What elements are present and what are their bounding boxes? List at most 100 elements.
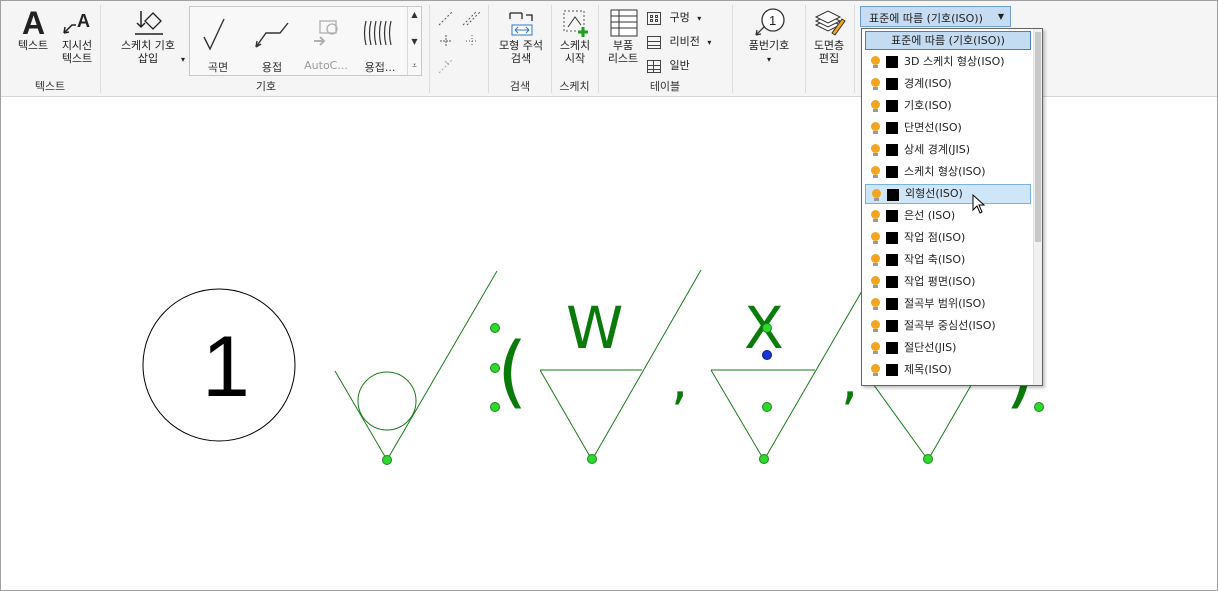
- gallery-expand-icon[interactable]: ⩡: [408, 61, 421, 71]
- gallery-label: 용접...: [364, 61, 396, 74]
- edit-layers-label-2: 편집: [818, 52, 840, 65]
- lightbulb-icon[interactable]: [871, 56, 880, 68]
- revision-table-dropdown-icon: ▾: [707, 38, 712, 47]
- grip-point[interactable]: [762, 323, 772, 333]
- sketch-symbol-icon: [135, 11, 163, 35]
- start-sketch-button[interactable]: 스케치 시작: [554, 7, 596, 65]
- weld-symbol-button[interactable]: 용접: [246, 11, 298, 74]
- layer-option[interactable]: 단면선(ISO): [865, 118, 1031, 138]
- parts-list-button[interactable]: 부품 리스트: [601, 7, 645, 65]
- weld-caterpillar-button[interactable]: 용접...: [354, 11, 406, 74]
- revision-table-icon: [647, 35, 661, 49]
- lightbulb-icon[interactable]: [871, 78, 880, 90]
- leader-text-button[interactable]: A 지시선 텍스트: [56, 7, 98, 65]
- sketch-symbol-insert-button[interactable]: 스케치 기호 삽입: [109, 7, 187, 65]
- layer-option[interactable]: 절곡부 범위(ISO): [865, 294, 1031, 314]
- start-sketch-label-2: 시작: [564, 52, 586, 65]
- layer-option[interactable]: 작업 점(ISO): [865, 228, 1031, 248]
- layer-option-label: 작업 점(ISO): [904, 231, 966, 244]
- grip-point[interactable]: [587, 454, 597, 464]
- model-annotation-icon: [509, 12, 533, 36]
- svg-text:1: 1: [769, 13, 776, 28]
- chevron-down-icon[interactable]: ▼: [994, 9, 1008, 24]
- color-swatch-icon: [886, 364, 898, 376]
- gallery-up-icon[interactable]: ▲: [408, 10, 421, 19]
- lightbulb-icon[interactable]: [871, 298, 880, 310]
- lightbulb-icon[interactable]: [871, 122, 880, 134]
- autocad-symbol-button[interactable]: AutoC...: [300, 11, 352, 72]
- layer-option[interactable]: 작업 평면(ISO): [865, 272, 1031, 292]
- layer-option[interactable]: 3D 스케치 형상(ISO): [865, 52, 1031, 72]
- lightbulb-icon[interactable]: [871, 100, 880, 112]
- balloon-button[interactable]: 1 품번기호 ▾: [739, 7, 799, 66]
- layer-option[interactable]: 스케치 형상(ISO): [865, 162, 1031, 182]
- hole-table-button[interactable]: 구멍 ▾: [647, 9, 701, 25]
- scrollbar-thumb[interactable]: [1035, 32, 1041, 242]
- text-A-icon: A: [22, 7, 45, 37]
- edit-layers-button[interactable]: 도면층 편집: [807, 7, 851, 65]
- lightbulb-icon[interactable]: [871, 254, 880, 266]
- lightbulb-icon[interactable]: [871, 166, 880, 178]
- layer-option[interactable]: 기호(ISO): [865, 96, 1031, 116]
- model-annotation-label-2: 검색: [510, 52, 532, 65]
- layer-option[interactable]: 절곡부 중심선(ISO): [865, 316, 1031, 336]
- dropdown-scrollbar[interactable]: [1033, 29, 1042, 385]
- surface-texture-symbol[interactable]: [334, 270, 498, 461]
- gallery-label: 용접: [261, 61, 283, 74]
- grip-point[interactable]: [382, 455, 392, 465]
- open-paren: (: [497, 327, 527, 417]
- lightbulb-icon[interactable]: [871, 144, 880, 156]
- start-sketch-icon: [563, 10, 588, 37]
- layer-option[interactable]: 제목(ISO): [865, 360, 1031, 380]
- model-annotation-search-button[interactable]: 모형 주석 검색: [491, 7, 551, 65]
- layer-combo[interactable]: 표준에 따름 (기호(ISO)) ▼: [860, 6, 1011, 27]
- lightbulb-icon[interactable]: [871, 342, 880, 354]
- color-swatch-icon: [886, 232, 898, 244]
- layer-option[interactable]: 상세 경계(JIS): [865, 140, 1031, 160]
- grip-point[interactable]: [923, 454, 933, 464]
- lightbulb-icon[interactable]: [871, 364, 880, 376]
- layer-option[interactable]: 경계(ISO): [865, 74, 1031, 94]
- balloon-label: 품번기호: [748, 39, 790, 52]
- text-button[interactable]: A 텍스트: [13, 7, 53, 52]
- sketch-panel: 스케치 시작 스케치: [552, 1, 597, 97]
- parts-list-label-1: 부품: [612, 39, 634, 52]
- lightbulb-icon[interactable]: [871, 210, 880, 222]
- grip-point[interactable]: [1034, 402, 1044, 412]
- lightbulb-icon[interactable]: [871, 320, 880, 332]
- layer-option-label: 제목(ISO): [904, 363, 952, 376]
- lightbulb-icon[interactable]: [871, 276, 880, 288]
- revision-table-button[interactable]: 리비전 ▾: [647, 33, 711, 49]
- model-annotation-label-1: 모형 주석: [499, 39, 543, 52]
- grip-point[interactable]: [759, 454, 769, 464]
- layer-combo-value: 표준에 따름 (기호(ISO)): [869, 12, 983, 25]
- general-table-button[interactable]: 일반: [647, 57, 690, 73]
- color-swatch-icon: [886, 122, 898, 134]
- balloon-symbol[interactable]: 1: [142, 288, 296, 442]
- gallery-down-icon[interactable]: ▼: [408, 37, 421, 46]
- sketch-symbol-label-2: 삽입: [137, 52, 159, 65]
- layer-option[interactable]: 작업 축(ISO): [865, 250, 1031, 270]
- sketch-symbol-dropdown-arrow[interactable]: ▾: [181, 55, 185, 64]
- lightbulb-icon[interactable]: [871, 232, 880, 244]
- comma-1: ,: [671, 348, 688, 411]
- layer-option-label: 기호(ISO): [904, 99, 952, 112]
- layer-option-label: 3D 스케치 형상(ISO): [904, 55, 1005, 68]
- layer-option-selected[interactable]: 표준에 따름 (기호(ISO)): [865, 31, 1031, 50]
- layer-option[interactable]: 은선 (ISO): [865, 206, 1031, 226]
- layer-option[interactable]: 외형선(ISO): [865, 184, 1031, 204]
- gallery-scrollbar[interactable]: ▲ ▼ ⩡: [407, 7, 421, 75]
- sketch-tools-icons[interactable]: [433, 7, 485, 77]
- weld-letter-w: W: [566, 294, 623, 362]
- separator: [732, 5, 733, 93]
- color-swatch-icon: [886, 254, 898, 266]
- grip-point-selected[interactable]: [762, 350, 772, 360]
- grip-point[interactable]: [762, 402, 772, 412]
- color-swatch-icon: [886, 210, 898, 222]
- layer-option[interactable]: 절단선(JIS): [865, 338, 1031, 358]
- lightbulb-icon[interactable]: [872, 189, 881, 201]
- symbol-gallery: 곡면 용접 AutoC... 용접... ▲ ▼ ⩡: [189, 6, 422, 76]
- parts-list-icon: [610, 9, 638, 37]
- separator: [854, 5, 855, 93]
- surface-texture-button[interactable]: 곡면: [192, 11, 244, 74]
